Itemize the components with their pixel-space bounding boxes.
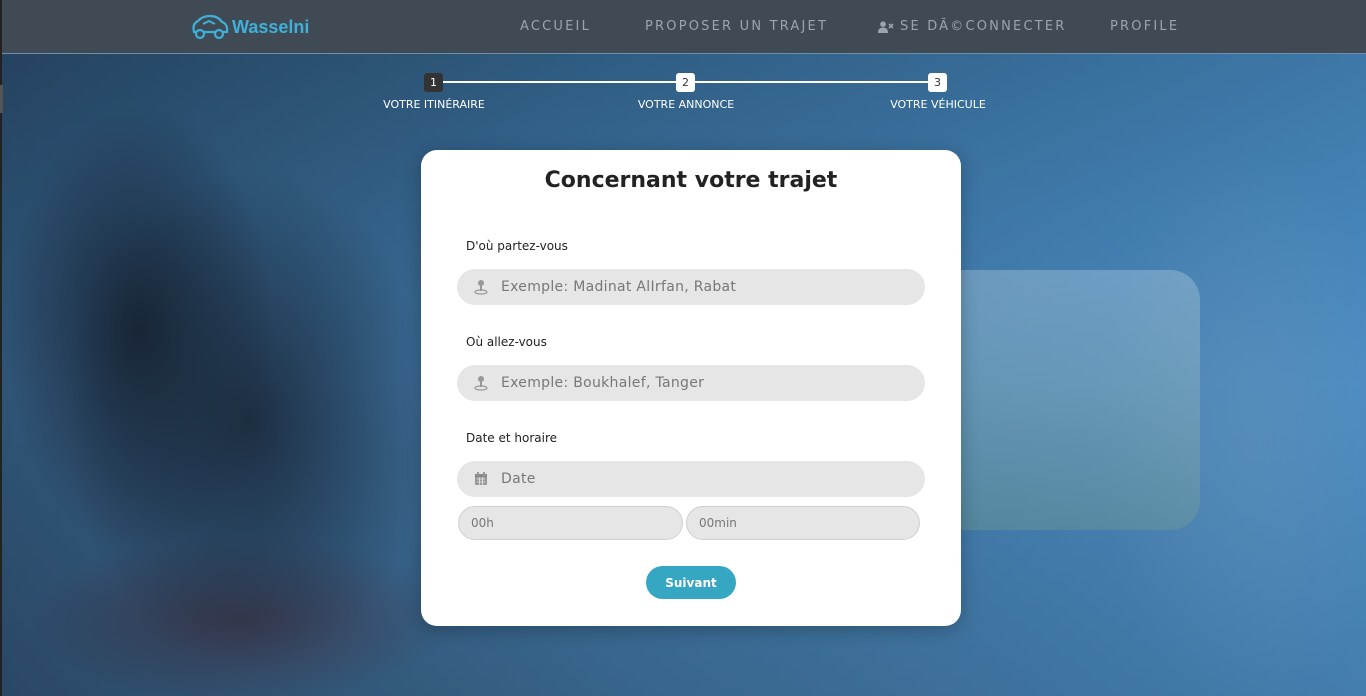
nav-logout-label: SE DÃ©CONNECTER (900, 19, 1067, 34)
next-button[interactable]: Suivant (646, 566, 736, 599)
step-2-number: 2 (676, 73, 695, 92)
departure-label: D'où partez-vous (466, 239, 568, 253)
calendar-icon (473, 471, 489, 487)
departure-field[interactable] (457, 269, 925, 305)
nav-proposer-trajet[interactable]: PROPOSER UN TRAJET (645, 19, 828, 34)
brand-logo[interactable]: Wasselni (188, 12, 309, 42)
date-field[interactable] (457, 461, 925, 497)
step-1-number: 1 (424, 73, 443, 92)
nav-profile[interactable]: PROFILE (1110, 19, 1179, 34)
step-3-label: VOTRE VÉHICULE (890, 98, 986, 111)
map-marker-icon (473, 279, 489, 295)
navbar: Wasselni ACCUEIL PROPOSER UN TRAJET SE D… (2, 0, 1366, 54)
date-input[interactable] (501, 471, 901, 487)
nav-profile-label: PROFILE (1110, 19, 1180, 34)
minute-field[interactable] (686, 506, 920, 540)
departure-input[interactable] (501, 279, 901, 295)
step-2-label: VOTRE ANNONCE (637, 98, 735, 111)
destination-input[interactable] (501, 375, 901, 391)
map-marker-icon (473, 375, 489, 391)
step-1-label: VOTRE ITINÉRAIRE (383, 98, 485, 111)
hour-field[interactable] (458, 506, 683, 540)
nav-logout[interactable]: SE DÃ©CONNECTER (878, 19, 1067, 34)
nav-proposer-label: PROPOSER UN TRAJET (645, 19, 829, 34)
user-times-icon (878, 20, 894, 33)
nav-accueil-label: ACCUEIL (520, 19, 592, 34)
left-mark (0, 85, 3, 113)
brand-name: Wasselni (232, 16, 310, 37)
destination-label: Où allez-vous (466, 335, 547, 349)
trip-form-card: Concernant votre trajet D'où partez-vous… (421, 150, 961, 626)
form-title: Concernant votre trajet (544, 168, 838, 193)
nav-accueil[interactable]: ACCUEIL (520, 19, 591, 34)
destination-field[interactable] (457, 365, 925, 401)
minute-input[interactable] (699, 516, 879, 530)
step-3-number: 3 (928, 73, 947, 92)
hour-input[interactable] (471, 516, 651, 530)
car-logo-icon (192, 14, 229, 40)
datetime-label: Date et horaire (466, 431, 558, 445)
